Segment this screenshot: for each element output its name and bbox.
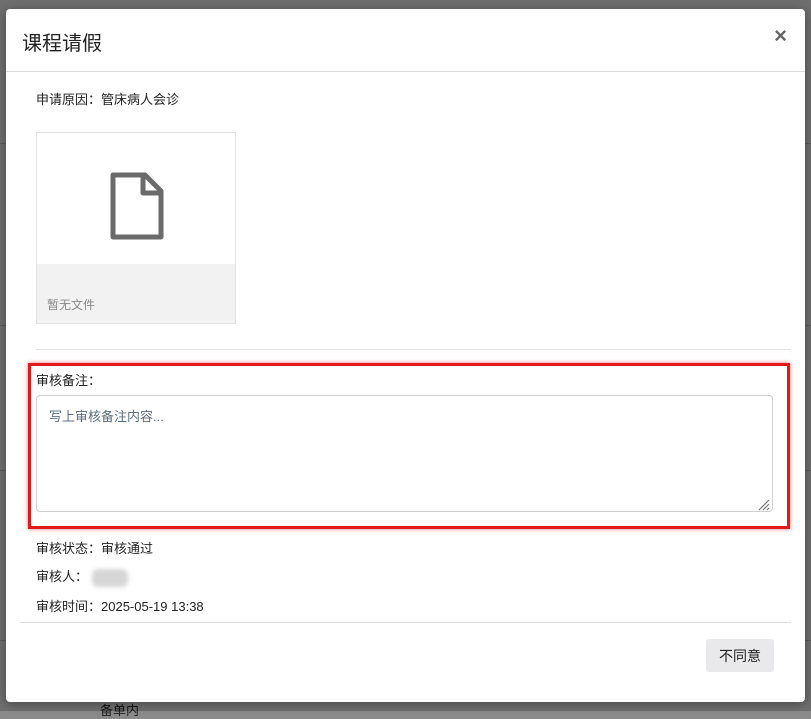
remark-label: 审核备注：	[36, 373, 102, 388]
reviewer-label: 审核人：	[36, 569, 89, 584]
attachment-caption: 暂无文件	[37, 264, 235, 323]
file-icon	[110, 172, 164, 240]
status-value: 审核通过	[101, 541, 154, 556]
reviewer-name-redacted	[92, 568, 129, 587]
time-value: 2025-05-19 13:38	[101, 599, 204, 614]
reviewer-row: 审核人：	[36, 566, 129, 587]
attachment-card[interactable]: 暂无文件	[36, 132, 236, 324]
section-divider	[36, 349, 791, 350]
reason-label: 申请原因：	[36, 92, 102, 107]
modal-title: 课程请假	[22, 33, 102, 55]
status-label: 审核状态：	[36, 541, 102, 556]
footer-divider	[20, 622, 791, 623]
reject-button[interactable]: 不同意	[706, 639, 774, 672]
close-icon[interactable]: ×	[774, 25, 787, 47]
remark-textarea[interactable]	[36, 395, 773, 512]
time-label: 审核时间：	[36, 599, 102, 614]
modal-header: 课程请假 ×	[6, 9, 805, 72]
reason-row: 申请原因：管床病人会诊	[36, 89, 179, 108]
time-row: 审核时间：2025-05-19 13:38	[36, 596, 204, 615]
no-file-text: 暂无文件	[47, 298, 96, 312]
status-row: 审核状态：审核通过	[36, 538, 153, 557]
reason-value: 管床病人会诊	[101, 92, 180, 107]
leave-review-modal: 课程请假 × 申请原因：管床病人会诊 暂无文件 审核备注： 审核状态：审核通过 …	[6, 9, 805, 702]
resize-grip-icon[interactable]	[756, 497, 770, 511]
